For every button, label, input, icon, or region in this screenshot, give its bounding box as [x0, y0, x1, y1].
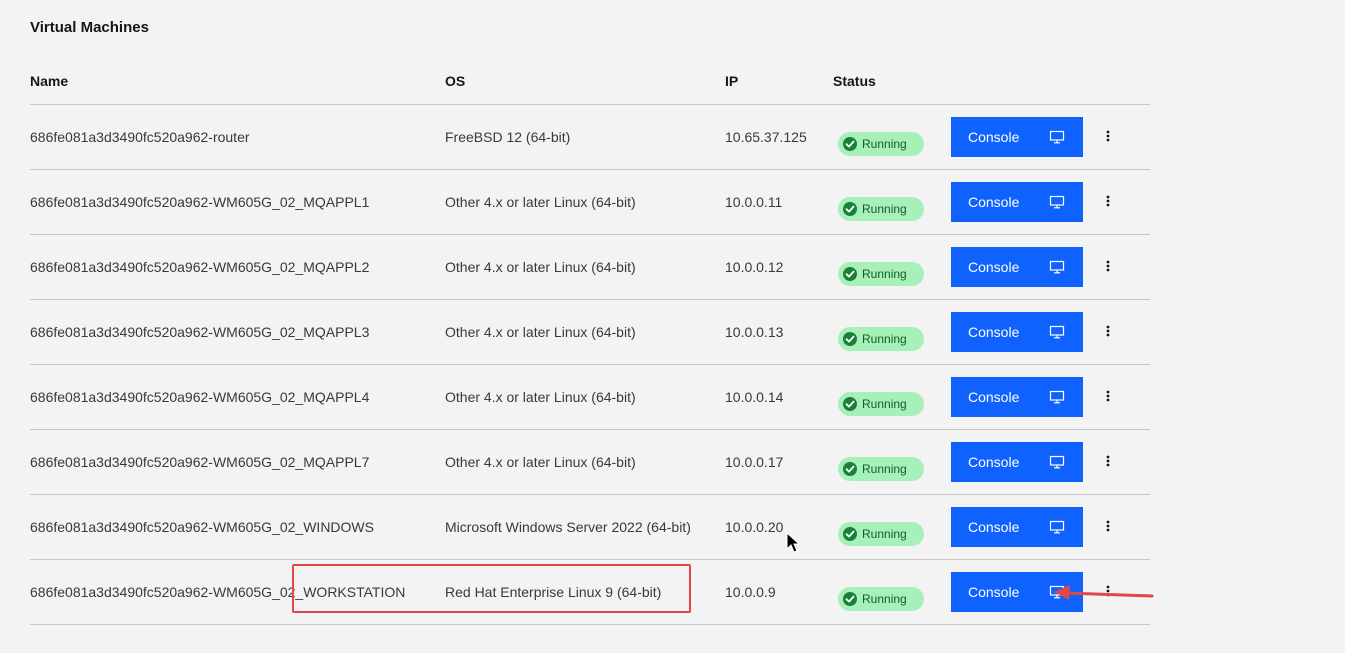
console-button[interactable]: Console — [951, 247, 1083, 287]
status-text: Running — [862, 332, 907, 346]
overflow-menu-vertical-icon[interactable] — [1096, 450, 1120, 474]
console-button-label: Console — [968, 454, 1020, 470]
monitor-icon — [1049, 195, 1065, 209]
column-header-status[interactable]: Status — [833, 73, 876, 89]
vm-name: 686fe081a3d3490fc520a962-WM605G_02_WINDO… — [30, 519, 374, 535]
console-button-label: Console — [968, 519, 1020, 535]
status-text: Running — [862, 527, 907, 541]
monitor-icon — [1049, 520, 1065, 534]
vm-ip: 10.65.37.125 — [725, 129, 807, 145]
monitor-icon — [1049, 325, 1065, 339]
vm-name: 686fe081a3d3490fc520a962-WM605G_02_MQAPP… — [30, 324, 370, 340]
status-text: Running — [862, 397, 907, 411]
vm-os: Other 4.x or later Linux (64-bit) — [445, 454, 636, 470]
vm-os: Other 4.x or later Linux (64-bit) — [445, 194, 636, 210]
table-header-row: Name OS IP Status — [30, 62, 1150, 105]
column-header-os[interactable]: OS — [445, 73, 465, 89]
vm-os: Microsoft Windows Server 2022 (64-bit) — [445, 519, 691, 535]
vm-ip: 10.0.0.9 — [725, 584, 776, 600]
checkmark-filled-icon — [843, 527, 857, 541]
checkmark-filled-icon — [843, 397, 857, 411]
status-badge: Running — [838, 587, 924, 611]
vm-os: Other 4.x or later Linux (64-bit) — [445, 389, 636, 405]
overflow-menu-vertical-icon[interactable] — [1096, 190, 1120, 214]
status-text: Running — [862, 462, 907, 476]
status-text: Running — [862, 137, 907, 151]
checkmark-filled-icon — [843, 267, 857, 281]
table-row: 686fe081a3d3490fc520a962-WM605G_02_WINDO… — [30, 495, 1150, 560]
mouse-cursor-icon — [786, 532, 801, 553]
checkmark-filled-icon — [843, 137, 857, 151]
vm-os: FreeBSD 12 (64-bit) — [445, 129, 571, 145]
monitor-icon — [1049, 260, 1065, 274]
checkmark-filled-icon — [843, 202, 857, 216]
status-badge: Running — [838, 457, 924, 481]
page-title: Virtual Machines — [30, 19, 149, 36]
table-row: 686fe081a3d3490fc520a962-router FreeBSD 1… — [30, 105, 1150, 170]
console-button[interactable]: Console — [951, 312, 1083, 352]
console-button[interactable]: Console — [951, 182, 1083, 222]
console-button-label: Console — [968, 324, 1020, 340]
status-text: Running — [862, 592, 907, 606]
status-badge: Running — [838, 262, 924, 286]
vm-name: 686fe081a3d3490fc520a962-WM605G_02_MQAPP… — [30, 389, 370, 405]
table-row: 686fe081a3d3490fc520a962-WM605G_02_MQAPP… — [30, 430, 1150, 495]
overflow-menu-vertical-icon[interactable] — [1096, 515, 1120, 539]
vm-table: Name OS IP Status 686fe081a3d3490fc520a9… — [30, 62, 1150, 625]
vm-os: Other 4.x or later Linux (64-bit) — [445, 324, 636, 340]
checkmark-filled-icon — [843, 462, 857, 476]
annotation-arrow-icon — [1054, 585, 1154, 600]
status-badge: Running — [838, 392, 924, 416]
overflow-menu-vertical-icon[interactable] — [1096, 125, 1120, 149]
table-row: 686fe081a3d3490fc520a962-WM605G_02_MQAPP… — [30, 300, 1150, 365]
overflow-menu-vertical-icon[interactable] — [1096, 255, 1120, 279]
vm-ip: 10.0.0.20 — [725, 519, 784, 535]
console-button-label: Console — [968, 389, 1020, 405]
console-button-label: Console — [968, 194, 1020, 210]
overflow-menu-vertical-icon[interactable] — [1096, 385, 1120, 409]
vm-ip: 10.0.0.13 — [725, 324, 784, 340]
monitor-icon — [1049, 130, 1065, 144]
monitor-icon — [1049, 390, 1065, 404]
vm-name: 686fe081a3d3490fc520a962-WM605G_02_MQAPP… — [30, 454, 370, 470]
table-body: 686fe081a3d3490fc520a962-router FreeBSD 1… — [30, 105, 1150, 625]
checkmark-filled-icon — [843, 332, 857, 346]
vm-name: 686fe081a3d3490fc520a962-WM605G_02_MQAPP… — [30, 259, 370, 275]
column-header-name[interactable]: Name — [30, 73, 68, 89]
overflow-menu-vertical-icon[interactable] — [1096, 320, 1120, 344]
checkmark-filled-icon — [843, 592, 857, 606]
console-button[interactable]: Console — [951, 117, 1083, 157]
column-header-ip[interactable]: IP — [725, 73, 738, 89]
vm-ip: 10.0.0.11 — [725, 194, 783, 210]
console-button[interactable]: Console — [951, 377, 1083, 417]
vm-os: Other 4.x or later Linux (64-bit) — [445, 259, 636, 275]
annotation-highlight-box — [292, 564, 691, 613]
status-text: Running — [862, 202, 907, 216]
status-badge: Running — [838, 327, 924, 351]
monitor-icon — [1049, 455, 1065, 469]
vm-name: 686fe081a3d3490fc520a962-router — [30, 129, 250, 145]
status-badge: Running — [838, 522, 924, 546]
console-button-label: Console — [968, 259, 1020, 275]
console-button[interactable]: Console — [951, 507, 1083, 547]
vm-name: 686fe081a3d3490fc520a962-WM605G_02_MQAPP… — [30, 194, 370, 210]
vm-ip: 10.0.0.12 — [725, 259, 784, 275]
status-badge: Running — [838, 132, 924, 156]
console-button[interactable]: Console — [951, 442, 1083, 482]
status-badge: Running — [838, 197, 924, 221]
table-row: 686fe081a3d3490fc520a962-WM605G_02_MQAPP… — [30, 170, 1150, 235]
vm-ip: 10.0.0.14 — [725, 389, 784, 405]
vm-ip: 10.0.0.17 — [725, 454, 784, 470]
console-button-label: Console — [968, 584, 1020, 600]
console-button-label: Console — [968, 129, 1020, 145]
table-row: 686fe081a3d3490fc520a962-WM605G_02_MQAPP… — [30, 235, 1150, 300]
table-row: 686fe081a3d3490fc520a962-WM605G_02_MQAPP… — [30, 365, 1150, 430]
status-text: Running — [862, 267, 907, 281]
